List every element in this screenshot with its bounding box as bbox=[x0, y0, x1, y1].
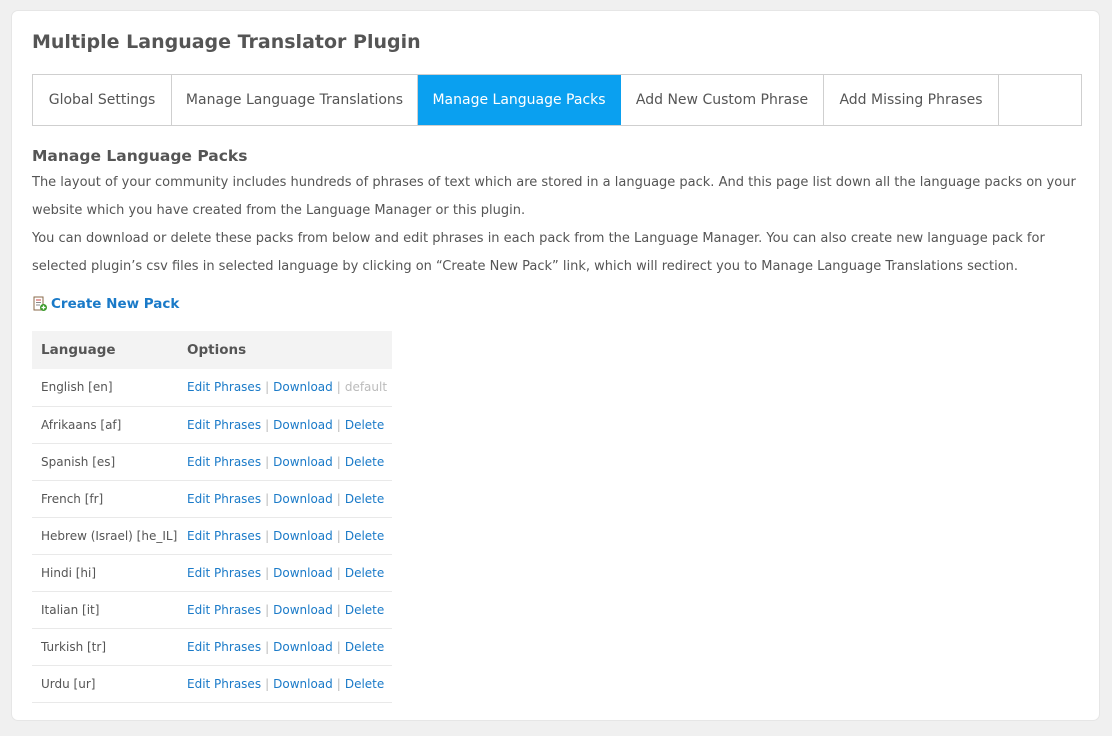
language-cell: French [fr] bbox=[41, 491, 104, 506]
edit-phrases-link[interactable]: Edit Phrases bbox=[187, 603, 261, 617]
edit-phrases-link[interactable]: Edit Phrases bbox=[187, 380, 261, 394]
table-row: Urdu [ur] Edit Phrases | Download | Delete bbox=[32, 665, 392, 702]
options-cell: Edit Phrases | Download | Delete bbox=[184, 443, 392, 480]
download-link[interactable]: Download bbox=[273, 677, 333, 691]
separator: | bbox=[265, 528, 270, 543]
options-cell: Edit Phrases | Download | Delete bbox=[184, 480, 392, 517]
separator: | bbox=[265, 602, 270, 617]
table-header-row: Language Options bbox=[32, 331, 392, 369]
download-link[interactable]: Download bbox=[273, 529, 333, 543]
language-cell: Turkish [tr] bbox=[41, 639, 107, 654]
options-cell: Edit Phrases | Download | Delete bbox=[184, 628, 392, 665]
default-label: default bbox=[344, 380, 388, 395]
language-cell: Hindi [hi] bbox=[41, 565, 97, 580]
separator: | bbox=[265, 639, 270, 654]
table-row: Turkish [tr] Edit Phrases | Download | Delet… bbox=[32, 628, 392, 665]
section-description: The layout of your community includes hu… bbox=[32, 169, 1082, 281]
separator: | bbox=[336, 565, 341, 580]
language-cell: Hebrew (Israel) [he_IL] bbox=[41, 528, 178, 543]
options-cell: Edit Phrases | Download | default bbox=[184, 369, 392, 406]
separator: | bbox=[336, 602, 341, 617]
download-link[interactable]: Download bbox=[273, 418, 333, 432]
separator: | bbox=[265, 676, 270, 691]
separator: | bbox=[336, 380, 341, 395]
edit-phrases-link[interactable]: Edit Phrases bbox=[187, 492, 261, 506]
separator: | bbox=[265, 417, 270, 432]
download-link[interactable]: Download bbox=[273, 640, 333, 654]
language-packs-table: Language Options English [en] Edit Phras… bbox=[32, 331, 392, 703]
edit-phrases-link[interactable]: Edit Phrases bbox=[187, 529, 261, 543]
options-cell: Edit Phrases | Download | Delete bbox=[184, 591, 392, 628]
separator: | bbox=[265, 491, 270, 506]
delete-link[interactable]: Delete bbox=[345, 492, 384, 506]
table-row: Italian [it] Edit Phrases | Download | Delet… bbox=[32, 591, 392, 628]
tab-manage-language-packs[interactable]: Manage Language Packs bbox=[418, 75, 621, 125]
edit-phrases-link[interactable]: Edit Phrases bbox=[187, 677, 261, 691]
separator: | bbox=[336, 491, 341, 506]
column-header-language: Language bbox=[41, 342, 116, 358]
description-paragraph-2: You can download or delete these packs f… bbox=[32, 231, 1045, 274]
add-document-icon bbox=[32, 296, 48, 312]
language-cell: Urdu [ur] bbox=[41, 676, 96, 691]
edit-phrases-link[interactable]: Edit Phrases bbox=[187, 640, 261, 654]
options-cell: Edit Phrases | Download | Delete bbox=[184, 406, 392, 443]
delete-link[interactable]: Delete bbox=[345, 529, 384, 543]
separator: | bbox=[336, 639, 341, 654]
download-link[interactable]: Download bbox=[273, 380, 333, 394]
download-link[interactable]: Download bbox=[273, 455, 333, 469]
table-row: Hebrew (Israel) [he_IL] Edit Phrases | Dow… bbox=[32, 517, 392, 554]
separator: | bbox=[336, 528, 341, 543]
language-cell: English [en] bbox=[41, 380, 113, 395]
description-paragraph-1: The layout of your community includes hu… bbox=[32, 175, 1076, 218]
tab-add-missing-phrases[interactable]: Add Missing Phrases bbox=[824, 75, 999, 125]
separator: | bbox=[336, 454, 341, 469]
edit-phrases-link[interactable]: Edit Phrases bbox=[187, 418, 261, 432]
options-cell: Edit Phrases | Download | Delete bbox=[184, 554, 392, 591]
create-new-pack-label[interactable]: Create New Pack bbox=[51, 296, 179, 312]
language-cell: Spanish [es] bbox=[41, 454, 116, 469]
table-row: English [en] Edit Phrases | Download | defau… bbox=[32, 369, 392, 406]
options-cell: Edit Phrases | Download | Delete bbox=[184, 517, 392, 554]
separator: | bbox=[265, 565, 270, 580]
language-cell: Italian [it] bbox=[41, 602, 100, 617]
tab-add-new-custom-phrase[interactable]: Add New Custom Phrase bbox=[621, 75, 824, 125]
delete-link[interactable]: Delete bbox=[345, 418, 384, 432]
separator: | bbox=[336, 417, 341, 432]
table-row: Afrikaans [af] Edit Phrases | Download | Del… bbox=[32, 406, 392, 443]
tab-global-settings[interactable]: Global Settings bbox=[33, 75, 172, 125]
page-title: Multiple Language Translator Plugin bbox=[32, 31, 421, 53]
separator: | bbox=[336, 676, 341, 691]
separator: | bbox=[265, 380, 270, 395]
tab-bar-filler bbox=[999, 75, 1081, 125]
separator: | bbox=[265, 454, 270, 469]
column-header-options: Options bbox=[187, 342, 247, 358]
tab-manage-language-translations[interactable]: Manage Language Translations bbox=[172, 75, 418, 125]
create-new-pack-link[interactable]: Create New Pack bbox=[32, 296, 179, 312]
delete-link[interactable]: Delete bbox=[345, 677, 384, 691]
main-panel: Multiple Language Translator Plugin Glob… bbox=[11, 10, 1100, 721]
download-link[interactable]: Download bbox=[273, 603, 333, 617]
section-heading: Manage Language Packs bbox=[32, 147, 248, 165]
table-row: French [fr] Edit Phrases | Download | Delete bbox=[32, 480, 392, 517]
table-row: Spanish [es] Edit Phrases | Download | Delet… bbox=[32, 443, 392, 480]
delete-link[interactable]: Delete bbox=[345, 566, 384, 580]
delete-link[interactable]: Delete bbox=[345, 603, 384, 617]
edit-phrases-link[interactable]: Edit Phrases bbox=[187, 566, 261, 580]
download-link[interactable]: Download bbox=[273, 492, 333, 506]
download-link[interactable]: Download bbox=[273, 566, 333, 580]
tab-bar: Global Settings Manage Language Translat… bbox=[32, 74, 1082, 126]
options-cell: Edit Phrases | Download | Delete bbox=[184, 665, 392, 702]
table-row: Hindi [hi] Edit Phrases | Download | Delete bbox=[32, 554, 392, 591]
delete-link[interactable]: Delete bbox=[345, 640, 384, 654]
edit-phrases-link[interactable]: Edit Phrases bbox=[187, 455, 261, 469]
delete-link[interactable]: Delete bbox=[345, 455, 384, 469]
language-cell: Afrikaans [af] bbox=[41, 417, 122, 432]
